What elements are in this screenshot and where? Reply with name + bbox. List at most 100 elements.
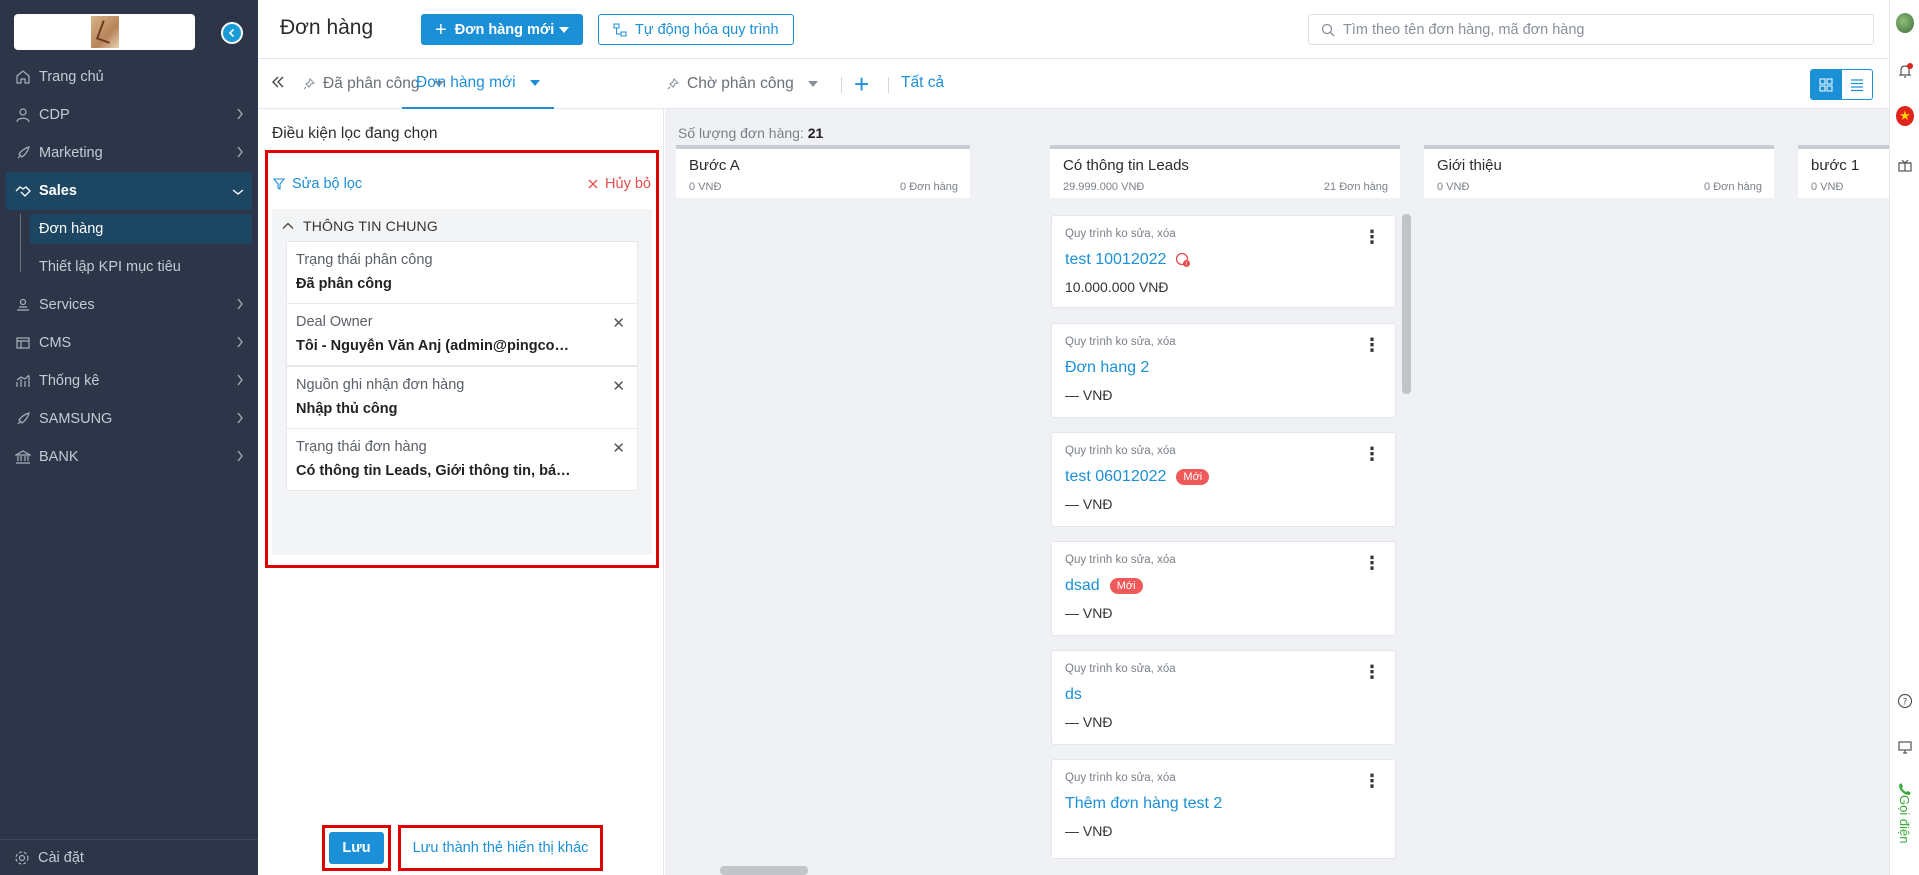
view-toggle [1810,69,1873,100]
order-title[interactable]: ds [1065,686,1082,704]
order-card[interactable]: Quy trình ko sửa, xóa ⋮ ds — VNĐ [1051,650,1396,745]
horizontal-scrollbar[interactable] [720,866,808,875]
column-header[interactable]: Giới thiệu 0 VNĐ 0 Đơn hàng [1424,145,1774,198]
sidebar-collapse-button[interactable] [221,22,243,44]
sidebar-item-cms[interactable]: CMS [0,324,258,362]
sidebar-item-label: CDP [39,107,70,123]
grid-view-icon[interactable] [1811,70,1842,99]
vertical-scrollbar[interactable] [1402,214,1411,394]
workflow-icon [613,23,627,37]
logo[interactable] [14,14,195,50]
more-options-icon[interactable]: ⋮ [1363,663,1381,681]
caret-down-icon[interactable] [807,81,818,87]
order-title[interactable]: test 06012022 Mới [1065,468,1210,486]
remove-condition-icon[interactable]: ✕ [612,377,625,395]
edit-filter-button[interactable]: Sửa bộ lọc [273,176,362,192]
chevron-right-icon [236,336,244,352]
save-as-view-button[interactable]: Lưu thành thẻ hiển thị khác [398,825,603,871]
monitor-icon[interactable] [1896,738,1914,756]
tab-pending-assignment[interactable]: Chờ phân công [667,59,818,109]
sidebar-item-label: Thống kê [39,373,100,389]
user-icon [14,106,32,124]
rocket-icon [14,144,32,162]
cancel-filter-button[interactable]: Hủy bỏ [588,176,651,192]
more-options-icon[interactable]: ⋮ [1363,228,1381,246]
sidebar-item-statistics[interactable]: Thống kê [0,362,258,400]
more-options-icon[interactable]: ⋮ [1363,336,1381,354]
more-options-icon[interactable]: ⋮ [1363,445,1381,463]
logo-image [90,16,119,48]
column-header[interactable]: Bước A 0 VNĐ 0 Đơn hàng [676,145,970,198]
user-avatar[interactable] [1896,13,1914,33]
search-icon [1321,23,1335,37]
sidebar-item-marketing[interactable]: Marketing [0,134,258,172]
more-options-icon[interactable]: ⋮ [1363,772,1381,790]
order-card[interactable]: Quy trình ko sửa, xóa ⋮ dsad Mới — VNĐ [1051,541,1396,636]
sidebar-item-sales[interactable]: Sales [6,172,252,210]
tab-new-orders[interactable]: Đơn hàng mới [402,59,554,109]
gear-icon [14,850,30,866]
sidebar-item-label: BANK [39,449,79,465]
order-title[interactable]: dsad Mới [1065,577,1143,595]
filter-icon [273,178,285,190]
order-card[interactable]: Quy trình ko sửa, xóa ⋮ Đơn hang 2 — VNĐ [1051,323,1396,418]
help-icon[interactable]: ? [1896,692,1914,710]
filter-condition[interactable]: Trạng thái phân công Đã phân công [286,241,638,304]
remove-condition-icon[interactable]: ✕ [612,439,625,457]
rocket-icon [14,410,32,428]
caret-down-icon[interactable] [529,80,540,86]
bank-icon [14,448,32,466]
list-view-icon[interactable] [1842,70,1873,99]
filter-panel-title: Điều kiện lọc đang chọn [272,125,438,142]
sidebar-item-label: Services [39,297,95,313]
close-icon [588,179,598,189]
sidebar-item-cdp[interactable]: CDP [0,96,258,134]
caret-down-icon[interactable] [559,27,569,33]
remove-condition-icon[interactable]: ✕ [612,314,625,332]
sidebar-item-label: CMS [39,335,72,351]
bell-icon[interactable] [1896,62,1914,80]
sidebar-subitem-kpi[interactable]: Thiết lập KPI mục tiêu [0,248,258,286]
filter-condition[interactable]: Nguồn ghi nhận đơn hàng Nhập thủ công ✕ [286,366,638,429]
sidebar-tree-line [20,214,32,272]
automation-button[interactable]: Tự động hóa quy trình [598,14,794,45]
right-rail: ★ ? Gọi điện [1889,0,1919,875]
sidebar-nav: Trang chủ CDP Marketing Sales Đơn hàng T… [0,58,258,476]
sidebar-item-samsung[interactable]: SAMSUNG [0,400,258,438]
collapse-panel-icon[interactable] [270,74,286,93]
new-badge: Mới [1109,578,1143,594]
save-button[interactable]: Lưu [329,832,384,864]
add-tab-button[interactable]: + [854,71,869,97]
order-title[interactable]: Đơn hang 2 [1065,359,1149,377]
home-icon [14,68,32,86]
sidebar-item-services[interactable]: Services [0,286,258,324]
search-input[interactable]: Tìm theo tên đơn hàng, mã đơn hàng [1308,14,1874,45]
new-badge: Mới [1176,469,1210,485]
new-order-button[interactable]: + Đơn hàng mới [421,14,583,45]
order-card[interactable]: Quy trình ko sửa, xóa ⋮ test 10012022 ! … [1051,215,1396,308]
order-title[interactable]: test 10012022 ! [1065,251,1191,269]
sidebar-item-label: SAMSUNG [39,411,113,427]
order-card[interactable]: Quy trình ko sửa, xóa ⋮ test 06012022 Mớ… [1051,432,1396,527]
sidebar-item-label: Sales [39,183,77,199]
sidebar-settings[interactable]: Cài đặt [0,839,258,875]
order-title[interactable]: Thêm đơn hàng test 2 [1065,795,1222,813]
handshake-icon [14,182,32,200]
page-title: Đơn hàng [280,16,374,39]
more-options-icon[interactable]: ⋮ [1363,554,1381,572]
sidebar-item-bank[interactable]: BANK [0,438,258,476]
chevron-right-icon [236,374,244,390]
sidebar-subitem-orders[interactable]: Đơn hàng [30,214,252,244]
filter-condition[interactable]: Trạng thái đơn hàng Có thông tin Leads, … [286,428,638,491]
column-header[interactable]: bước 1 0 VNĐ [1798,145,1889,198]
gift-icon[interactable] [1896,156,1914,174]
filter-group-toggle[interactable]: THÔNG TIN CHUNG [282,218,438,234]
tab-all[interactable]: Tất cả [901,74,944,92]
header: Đơn hàng + Đơn hàng mới Tự động hóa quy … [258,0,1889,59]
language-flag-icon[interactable]: ★ [1896,106,1914,126]
filter-condition[interactable]: Deal Owner Tôi - Nguyễn Văn Anj (admin@p… [286,303,638,366]
order-card[interactable]: Quy trình ko sửa, xóa ⋮ Thêm đơn hàng te… [1051,759,1396,859]
sidebar-item-home[interactable]: Trang chủ [0,58,258,96]
column-header[interactable]: Có thông tin Leads 29.999.000 VNĐ 21 Đơn… [1050,145,1400,198]
call-label[interactable]: Gọi điện [1897,795,1912,843]
